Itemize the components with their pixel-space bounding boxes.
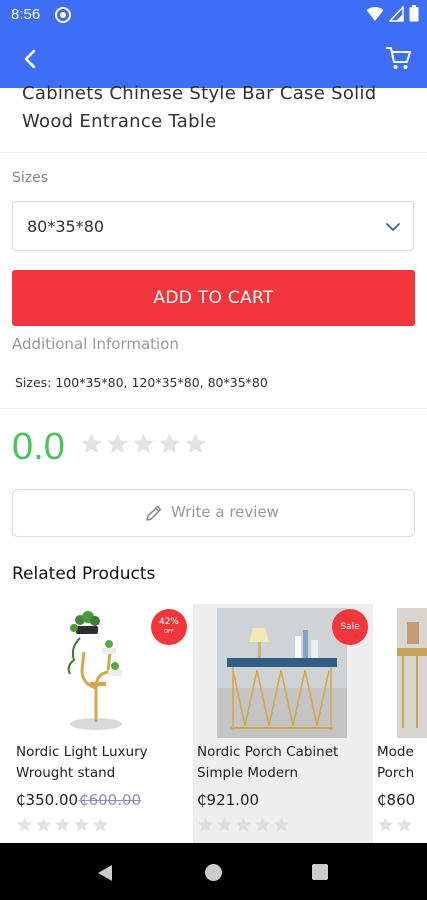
current-price: ₵860 — [377, 791, 416, 809]
product-image-porch-cabinet — [397, 608, 427, 738]
system-icons — [366, 5, 419, 22]
product-card-price: ₵921.00 — [197, 791, 259, 809]
product-card-name-line2: Porch — [377, 764, 415, 781]
star-icon — [92, 817, 109, 832]
star-icon — [197, 817, 214, 832]
product-card-price: ₵860 — [377, 791, 415, 809]
discount-badge: 42% OFF — [151, 609, 187, 645]
star-icon — [377, 817, 394, 832]
star-icon — [254, 817, 271, 832]
product-card-2[interactable]: Sale Nordic Porch Cabinet Simple Modern … — [193, 604, 373, 844]
cart-icon[interactable] — [385, 44, 413, 72]
status-time: 8:56 — [11, 6, 41, 23]
product-card-name-line1: Mode — [377, 744, 414, 760]
star-icon — [185, 433, 206, 454]
star-icon — [35, 817, 52, 832]
sale-badge: Sale — [332, 609, 368, 645]
star-icon — [396, 817, 413, 832]
product-card-name-line1: Nordic Porch Cabinet — [197, 744, 339, 760]
back-arrow-icon[interactable] — [18, 46, 44, 72]
product-card-name: Mode Porch — [377, 742, 427, 783]
write-review-label: Write a review — [171, 503, 279, 521]
write-review-button[interactable]: Write a review — [12, 489, 415, 537]
product-title-line1: Cabinets Chinese Style Bar Case Solid — [22, 83, 377, 104]
nav-back-icon[interactable] — [95, 863, 115, 883]
product-card-name: Nordic Porch Cabinet Simple Modern — [197, 742, 372, 783]
cellular-signal-icon — [389, 5, 404, 22]
sizes-label: Sizes — [12, 170, 49, 186]
product-card-name: Nordic Light Luxury Wrought stand — [16, 742, 191, 783]
product-title: Cabinets Chinese Style Bar Case Solid Wo… — [22, 80, 402, 136]
related-products-title: Related Products — [12, 564, 156, 584]
product-card-name-line1: Nordic Light Luxury — [16, 744, 148, 760]
product-card-3[interactable]: Mode Porch ₵860 — [373, 604, 427, 844]
discount-badge-off: OFF — [164, 629, 174, 635]
chevron-down-icon — [386, 223, 400, 231]
star-icon — [73, 817, 90, 832]
add-to-cart-button[interactable]: ADD TO CART — [12, 270, 415, 326]
size-dropdown[interactable]: 80*35*80 — [12, 201, 414, 251]
rating-stars — [80, 432, 207, 455]
star-icon — [216, 817, 233, 832]
product-image-plant-stand — [67, 611, 122, 730]
product-card-name-line2: Wrought stand — [16, 764, 116, 781]
current-price: ₵921.00 — [197, 791, 260, 809]
divider — [0, 408, 427, 409]
product-card-price: ₵350.00₵600.00 — [16, 791, 141, 809]
pencil-icon — [146, 505, 162, 521]
wifi-icon — [366, 6, 384, 21]
current-price: ₵350.00 — [16, 791, 79, 809]
nav-home-icon[interactable] — [205, 864, 222, 881]
old-price: ₵600.00 — [79, 791, 142, 809]
status-bar: 8:56 — [0, 0, 427, 30]
nav-recents-icon[interactable] — [312, 864, 328, 880]
discount-badge-percent: 42% — [158, 617, 179, 627]
star-icon — [159, 433, 180, 454]
product-card-name-line2: Simple Modern — [197, 764, 299, 781]
star-icon — [107, 433, 128, 454]
battery-icon — [409, 5, 419, 22]
star-icon — [235, 817, 252, 832]
sizes-info-text: Sizes: 100*35*80, 120*35*80, 80*35*80 — [15, 375, 268, 390]
app-notification-icon — [55, 7, 71, 23]
star-icon — [81, 433, 102, 454]
rating-value: 0.0 — [12, 426, 65, 468]
size-dropdown-value: 80*35*80 — [27, 217, 105, 236]
divider — [0, 152, 427, 153]
star-icon — [54, 817, 71, 832]
product-card-rating — [197, 816, 290, 833]
star-icon — [133, 433, 154, 454]
star-icon — [273, 817, 290, 832]
star-icon — [16, 817, 33, 832]
product-title-line2: Wood Entrance Table — [22, 111, 217, 132]
system-navigation-bar — [0, 843, 427, 900]
product-card-rating — [16, 816, 109, 833]
product-card-1[interactable]: 42% OFF Nordic Light Luxury Wrought stan… — [12, 604, 192, 844]
product-image-porch-cabinet — [217, 608, 347, 738]
additional-information-label: Additional Information — [12, 335, 179, 353]
product-card-rating — [377, 816, 413, 833]
